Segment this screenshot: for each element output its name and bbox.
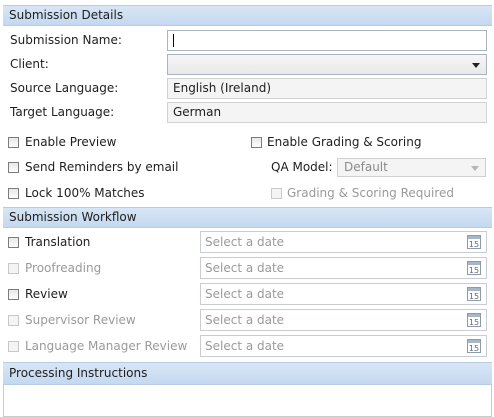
lock-matches-checkbox[interactable] (8, 188, 19, 199)
enable-preview-label[interactable]: Enable Preview (25, 135, 116, 149)
chevron-down-icon (472, 63, 480, 68)
language-manager-review-date-input[interactable]: Select a date 15 (200, 335, 487, 357)
send-reminders-label[interactable]: Send Reminders by email (25, 160, 178, 174)
translation-checkbox[interactable] (8, 237, 19, 248)
calendar-icon[interactable]: 15 (467, 261, 481, 275)
calendar-icon[interactable]: 15 (467, 287, 481, 301)
enable-grading-label[interactable]: Enable Grading & Scoring (267, 135, 421, 149)
source-language-label: Source Language: (10, 81, 119, 95)
text-caret (173, 34, 174, 47)
submission-workflow-title: Submission Workflow (9, 210, 137, 224)
lock-matches-label[interactable]: Lock 100% Matches (25, 186, 145, 200)
submission-name-input[interactable] (167, 30, 487, 51)
submission-name-label: Submission Name: (10, 33, 122, 47)
date-placeholder: Select a date (205, 313, 285, 327)
processing-instructions-title: Processing Instructions (9, 366, 148, 380)
calendar-icon[interactable]: 15 (467, 313, 481, 327)
date-placeholder: Select a date (205, 287, 285, 301)
client-select[interactable] (167, 54, 487, 75)
enable-grading-checkbox[interactable] (251, 137, 262, 148)
date-placeholder: Select a date (205, 339, 285, 353)
review-label[interactable]: Review (25, 287, 68, 301)
processing-instructions-input[interactable] (3, 385, 492, 417)
qa-model-value: Default (344, 160, 388, 174)
grading-required-checkbox[interactable] (271, 188, 282, 199)
supervisor-review-date-input[interactable]: Select a date 15 (200, 309, 487, 331)
translation-label[interactable]: Translation (25, 235, 90, 249)
proofreading-label[interactable]: Proofreading (25, 261, 101, 275)
target-language-label: Target Language: (10, 105, 115, 119)
translation-date-input[interactable]: Select a date 15 (200, 231, 487, 253)
date-placeholder: Select a date (205, 261, 285, 275)
submission-details-header: Submission Details (3, 5, 492, 26)
proofreading-date-input[interactable]: Select a date 15 (200, 257, 487, 279)
source-language-value: English (Ireland) (173, 81, 272, 95)
proofreading-checkbox[interactable] (8, 263, 19, 274)
grading-required-label[interactable]: Grading & Scoring Required (287, 186, 454, 200)
submission-workflow-header: Submission Workflow (3, 207, 492, 228)
language-manager-review-label[interactable]: Language Manager Review (25, 339, 187, 353)
submission-details-title: Submission Details (9, 8, 124, 22)
enable-preview-checkbox[interactable] (8, 137, 19, 148)
target-language-value: German (173, 105, 222, 119)
calendar-icon[interactable]: 15 (467, 235, 481, 249)
supervisor-review-checkbox[interactable] (8, 315, 19, 326)
supervisor-review-label[interactable]: Supervisor Review (25, 313, 136, 327)
chevron-down-icon (471, 166, 479, 171)
review-checkbox[interactable] (8, 289, 19, 300)
calendar-icon[interactable]: 15 (467, 339, 481, 353)
language-manager-review-checkbox[interactable] (8, 341, 19, 352)
client-label: Client: (10, 57, 49, 71)
source-language-field: English (Ireland) (167, 78, 487, 99)
target-language-field: German (167, 102, 487, 123)
send-reminders-checkbox[interactable] (8, 162, 19, 173)
review-date-input[interactable]: Select a date 15 (200, 283, 487, 305)
qa-model-select[interactable]: Default (337, 158, 486, 177)
date-placeholder: Select a date (205, 235, 285, 249)
processing-instructions-header: Processing Instructions (3, 362, 492, 385)
qa-model-label: QA Model: (271, 160, 333, 174)
